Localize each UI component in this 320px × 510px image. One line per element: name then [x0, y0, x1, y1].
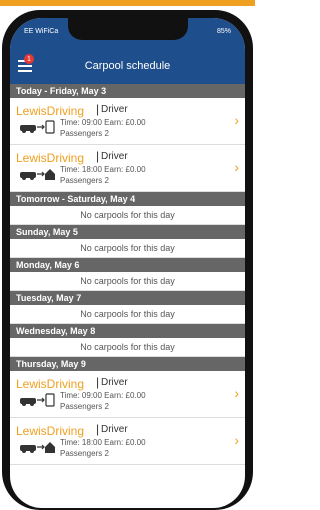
driver-name: LewisDriving: [16, 424, 85, 438]
home-icon: [45, 442, 55, 453]
chevron-right-icon: ›: [234, 385, 239, 401]
time-earn-label: Time: 09:00 Earn: £0.00: [60, 391, 146, 400]
passengers-label: Passengers 2: [60, 176, 109, 185]
passengers-label: Passengers 2: [60, 402, 109, 411]
empty-state: No carpools for this day: [10, 206, 245, 225]
time-earn-label: Time: 18:00 Earn: £0.00: [60, 165, 146, 174]
separator: |: [96, 149, 100, 163]
driver-name: LewisDriving: [16, 151, 85, 165]
carrier-label: EE WiFiCa: [24, 28, 59, 35]
empty-state: No carpools for this day: [10, 272, 245, 291]
section-header: Tomorrow - Saturday, May 4: [10, 192, 245, 206]
section-header: Sunday, May 5: [10, 225, 245, 239]
passengers-label: Passengers 2: [60, 129, 109, 138]
phone-icon: [45, 120, 55, 134]
role-label: Driver: [101, 104, 128, 115]
driver-name: LewisDriving: [16, 377, 85, 391]
separator: |: [96, 375, 100, 389]
time-earn-label: Time: 18:00 Earn: £0.00: [60, 438, 146, 447]
home-icon: [45, 169, 55, 180]
driver-name: LewisDriving: [16, 104, 85, 118]
role-label: Driver: [101, 151, 128, 162]
role-label: Driver: [101, 377, 128, 388]
page-title: Carpool schedule: [84, 60, 171, 72]
role-label: Driver: [101, 424, 128, 435]
phone-frame: EE WiFiCa 85% 1 Carpool schedule Today -…: [2, 10, 253, 510]
separator: |: [96, 102, 100, 116]
car-icon: [20, 172, 36, 180]
carpool-card[interactable]: LewisDriving | Driver Time: 09:00 Earn: …: [10, 371, 245, 418]
carpool-card[interactable]: LewisDriving | Driver Time: 18:00 Earn: …: [10, 418, 245, 465]
empty-state: No carpools for this day: [10, 305, 245, 324]
chevron-right-icon: ›: [234, 159, 239, 175]
time-earn-label: Time: 09:00 Earn: £0.00: [60, 118, 146, 127]
car-icon: [20, 125, 36, 133]
section-header: Thursday, May 9: [10, 357, 245, 371]
section-header: Wednesday, May 8: [10, 324, 245, 338]
empty-state: No carpools for this day: [10, 239, 245, 258]
passengers-label: Passengers 2: [60, 449, 109, 458]
top-accent-bar: [0, 0, 255, 6]
section-header: Monday, May 6: [10, 258, 245, 272]
chevron-right-icon: ›: [234, 112, 239, 128]
notch: [68, 18, 188, 40]
battery-label: 85%: [216, 28, 231, 35]
schedule-list: Today - Friday, May 3 LewisDriving | Dri…: [10, 84, 245, 465]
separator: |: [96, 422, 100, 436]
screen: EE WiFiCa 85% 1 Carpool schedule Today -…: [10, 18, 245, 508]
section-header: Tuesday, May 7: [10, 291, 245, 305]
carpool-card[interactable]: LewisDriving | Driver Time: 18:00 Earn: …: [10, 145, 245, 192]
section-header: Today - Friday, May 3: [10, 84, 245, 98]
car-icon: [20, 398, 36, 406]
car-icon: [20, 445, 36, 453]
chevron-right-icon: ›: [234, 432, 239, 448]
carpool-card[interactable]: LewisDriving | Driver Time: 09:00 Earn: …: [10, 98, 245, 145]
phone-icon: [45, 393, 55, 407]
empty-state: No carpools for this day: [10, 338, 245, 357]
